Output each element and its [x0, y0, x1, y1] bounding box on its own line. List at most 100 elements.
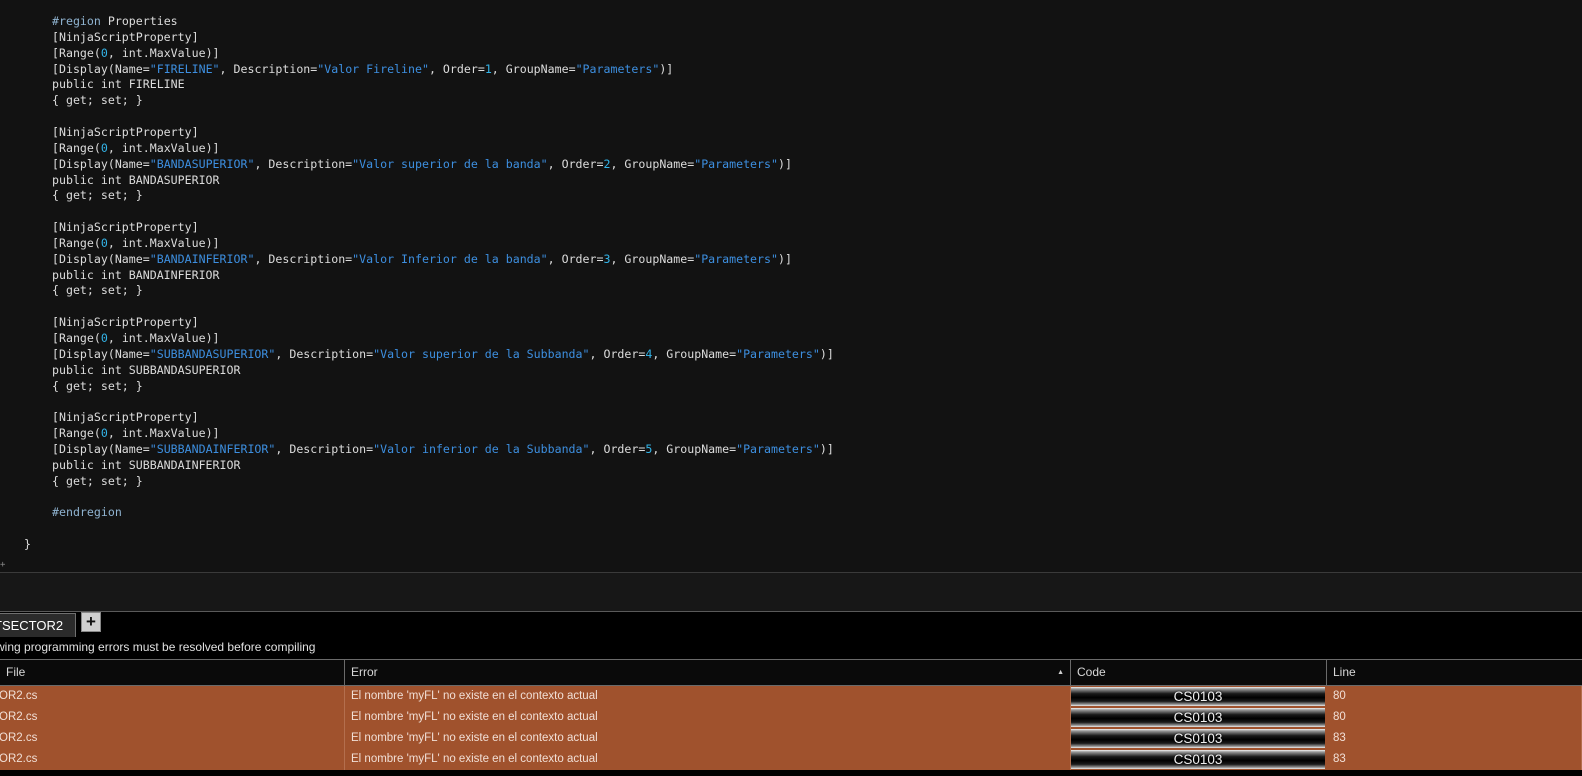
code-token: public int BANDAINFERIOR [52, 267, 220, 282]
code-token: [Range( [52, 235, 101, 250]
code-token: , int.MaxValue)] [107, 426, 220, 441]
code-line: [Display(Name="SUBBANDASUPERIOR", Descri… [52, 346, 834, 362]
column-header-file-label: File [6, 665, 26, 679]
code-line: [Range(0, int.MaxValue)] [52, 425, 220, 441]
code-token: , int.MaxValue)] [107, 235, 220, 250]
code-token: [NinjaScriptProperty] [52, 315, 199, 330]
code-line: public int BANDAINFERIOR [52, 267, 220, 283]
error-row-line: 83 [1327, 728, 1582, 749]
error-row[interactable]: OR2.cs El nombre 'myFL' no existe en el c… [0, 686, 1582, 707]
code-line: { get; set; } [52, 473, 143, 489]
error-row-line: 80 [1327, 707, 1582, 728]
code-line: { get; set; } [52, 92, 143, 108]
code-token: , GroupName= [610, 156, 695, 171]
code-token: 0 [100, 426, 108, 441]
error-code-badge[interactable]: CS0103 [1071, 687, 1325, 706]
code-line: } [24, 536, 31, 552]
code-line: { get; set; } [52, 378, 143, 394]
code-line: public int FIRELINE [52, 76, 185, 92]
error-grid-header: File Error ▲ Code Line [0, 659, 1582, 686]
code-line: [NinjaScriptProperty] [52, 219, 199, 235]
column-header-code[interactable]: Code [1071, 660, 1327, 685]
code-token: "Parameters" [736, 346, 820, 361]
code-line: #endregion [52, 504, 122, 520]
code-line: public int SUBBANDASUPERIOR [52, 362, 240, 378]
code-token: #region [52, 14, 101, 28]
code-token: )] [819, 346, 834, 361]
code-token: [Range( [52, 426, 101, 441]
code-token: , Order= [589, 346, 646, 361]
code-token: , GroupName= [610, 251, 695, 266]
code-token: , Order= [428, 61, 485, 76]
code-token: public int FIRELINE [52, 77, 185, 92]
code-token: "BANDASUPERIOR" [149, 156, 255, 171]
code-token: [Display(Name= [52, 251, 150, 266]
add-tab-button[interactable]: + [81, 612, 101, 632]
code-token: [Display(Name= [52, 61, 150, 76]
code-token: , Description= [254, 156, 353, 171]
error-code-badge[interactable]: CS0103 [1071, 750, 1325, 769]
code-line: [Range(0, int.MaxValue)] [52, 45, 220, 61]
code-token: "Parameters" [694, 251, 778, 266]
column-header-error-label: Error [351, 665, 378, 679]
code-token: } [24, 537, 31, 552]
error-row-file: OR2.cs [0, 707, 345, 728]
code-token: )] [777, 251, 792, 266]
error-panel: TSECTOR2 + wing programming errors must … [0, 612, 1582, 776]
code-token: "SUBBANDASUPERIOR" [149, 346, 276, 361]
code-token: )] [777, 156, 792, 171]
code-token: , Order= [589, 441, 646, 456]
code-token: { get; set; } [52, 93, 143, 108]
error-code-badge[interactable]: CS0103 [1071, 729, 1325, 748]
code-token: [Display(Name= [52, 346, 150, 361]
code-token: public int SUBBANDASUPERIOR [52, 362, 241, 377]
code-token: 0 [100, 140, 108, 155]
code-line: [NinjaScriptProperty] [52, 314, 199, 330]
error-row[interactable]: OR2.cs El nombre 'myFL' no existe en el c… [0, 728, 1582, 749]
code-token: [Range( [52, 331, 101, 345]
code-editor[interactable]: #region Properties [NinjaScriptProperty][… [0, 0, 1582, 572]
column-header-error[interactable]: Error ▲ [345, 660, 1071, 685]
code-token: { get; set; } [52, 188, 143, 203]
error-row-message: El nombre 'myFL' no existe en el context… [345, 707, 1071, 728]
editor-footer-strip [0, 573, 1582, 612]
sort-ascending-icon: ▲ [1057, 669, 1064, 676]
code-token: 0 [100, 235, 108, 250]
code-token: , GroupName= [652, 441, 737, 456]
code-line: { get; set; } [52, 282, 143, 298]
code-token: "Valor superior de la banda" [352, 156, 548, 171]
tab-tsector2[interactable]: TSECTOR2 [0, 613, 76, 637]
code-line: public int BANDASUPERIOR [52, 172, 220, 188]
code-token: , Order= [547, 251, 604, 266]
code-line: [Display(Name="BANDAINFERIOR", Descripti… [52, 251, 792, 267]
code-token: , Description= [254, 251, 353, 266]
column-header-line[interactable]: Line [1327, 660, 1582, 685]
column-header-line-label: Line [1333, 665, 1356, 679]
code-line: [NinjaScriptProperty] [52, 124, 199, 140]
code-token: "Parameters" [736, 441, 820, 456]
code-token: , int.MaxValue)] [107, 45, 220, 60]
code-token: "SUBBANDAINFERIOR" [149, 441, 276, 456]
code-line: [NinjaScriptProperty] [52, 409, 199, 425]
code-token: "Valor superior de la Subbanda" [373, 346, 590, 361]
column-header-code-label: Code [1077, 665, 1106, 679]
column-header-file[interactable]: File [0, 660, 345, 685]
code-token: [Range( [52, 45, 101, 60]
code-token: Properties [100, 14, 178, 28]
code-token: "Parameters" [694, 156, 778, 171]
code-line: #region Properties [52, 13, 178, 29]
code-line: [Range(0, int.MaxValue)] [52, 330, 220, 346]
code-token: "Valor Fireline" [317, 61, 429, 76]
code-token: [Range( [52, 140, 101, 155]
error-summary-message: wing programming errors must be resolved… [0, 640, 316, 654]
error-row[interactable]: OR2.cs El nombre 'myFL' no existe en el c… [0, 707, 1582, 728]
code-token: "BANDAINFERIOR" [149, 251, 255, 266]
code-token: 0 [100, 331, 108, 345]
code-line: [Display(Name="SUBBANDAINFERIOR", Descri… [52, 441, 834, 457]
error-code-badge[interactable]: CS0103 [1071, 708, 1325, 727]
error-row-file: OR2.cs [0, 686, 345, 707]
code-token: , Order= [547, 156, 604, 171]
code-token: , Description= [275, 441, 374, 456]
error-row[interactable]: OR2.cs El nombre 'myFL' no existe en el c… [0, 749, 1582, 770]
code-token: { get; set; } [52, 378, 143, 393]
